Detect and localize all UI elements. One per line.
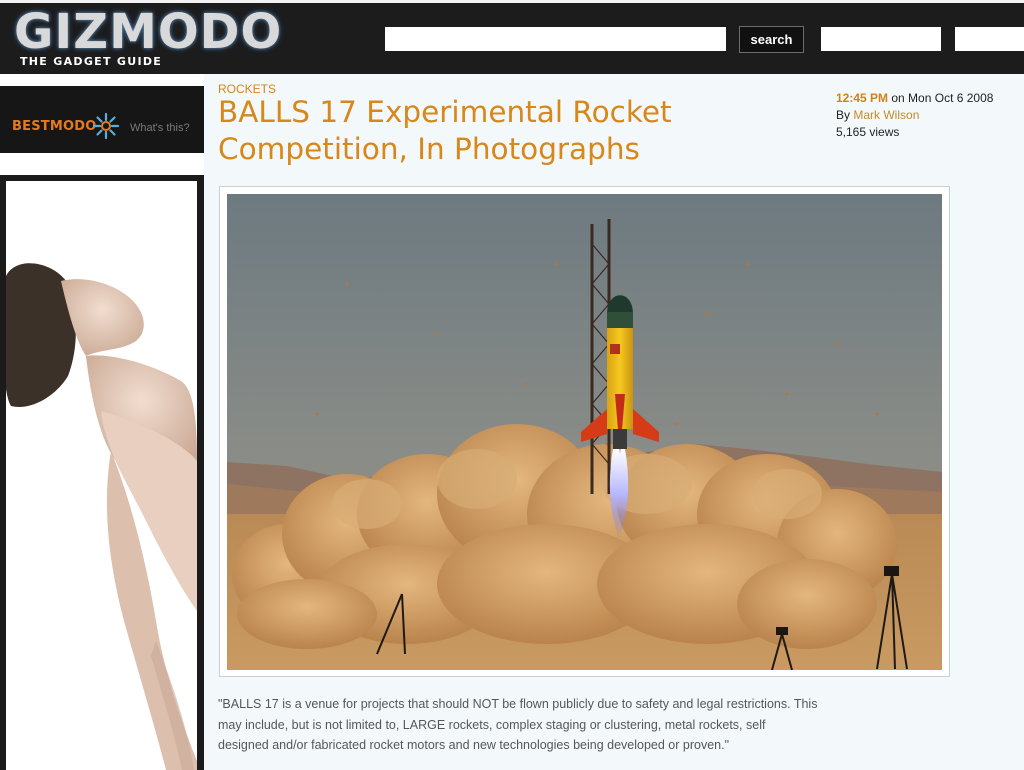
left-sidebar: BESTMODO What's this? (0, 74, 204, 770)
rocket-launch-photo[interactable] (227, 194, 942, 670)
article-meta: 12:45 PM on Mon Oct 6 2008 By Mark Wilso… (836, 90, 993, 141)
post-datetime: 12:45 PM on Mon Oct 6 2008 (836, 90, 993, 107)
article-main: ROCKETS BALLS 17 Experimental Rocket Com… (204, 74, 1024, 770)
byline: By Mark Wilson (836, 107, 993, 124)
site-header: GIZMODO THE GADGET GUIDE search (0, 0, 1024, 74)
header-field-two[interactable] (821, 27, 941, 51)
bestmodo-label: BESTMODO (12, 119, 97, 134)
bestmodo-banner[interactable]: BESTMODO What's this? (0, 86, 204, 153)
article-title[interactable]: BALLS 17 Experimental Rocket Competition… (218, 94, 778, 168)
article-photo-frame (219, 186, 950, 677)
ad-figure-image (6, 181, 197, 770)
search-button[interactable]: search (739, 26, 804, 53)
view-count: 5,165 views (836, 125, 900, 139)
bestmodo-star-icon (92, 112, 120, 140)
by-label: By (836, 108, 851, 122)
ad-image-panel[interactable] (6, 181, 197, 770)
search-input[interactable] (385, 27, 726, 51)
author-link[interactable]: Mark Wilson (853, 108, 919, 122)
post-time: 12:45 PM (836, 91, 889, 105)
post-date: on Mon Oct 6 2008 (891, 91, 994, 105)
gizmodo-logo[interactable]: GIZMODO (14, 6, 282, 58)
header-top-rule (0, 0, 1024, 3)
logo-tagline: THE GADGET GUIDE (20, 55, 163, 68)
header-field-three[interactable] (955, 27, 1024, 51)
photo-caption-quote: "BALLS 17 is a venue for projects that s… (218, 697, 818, 752)
sidebar-advertisement[interactable] (0, 175, 204, 770)
whats-this-link[interactable]: What's this? (130, 122, 190, 134)
